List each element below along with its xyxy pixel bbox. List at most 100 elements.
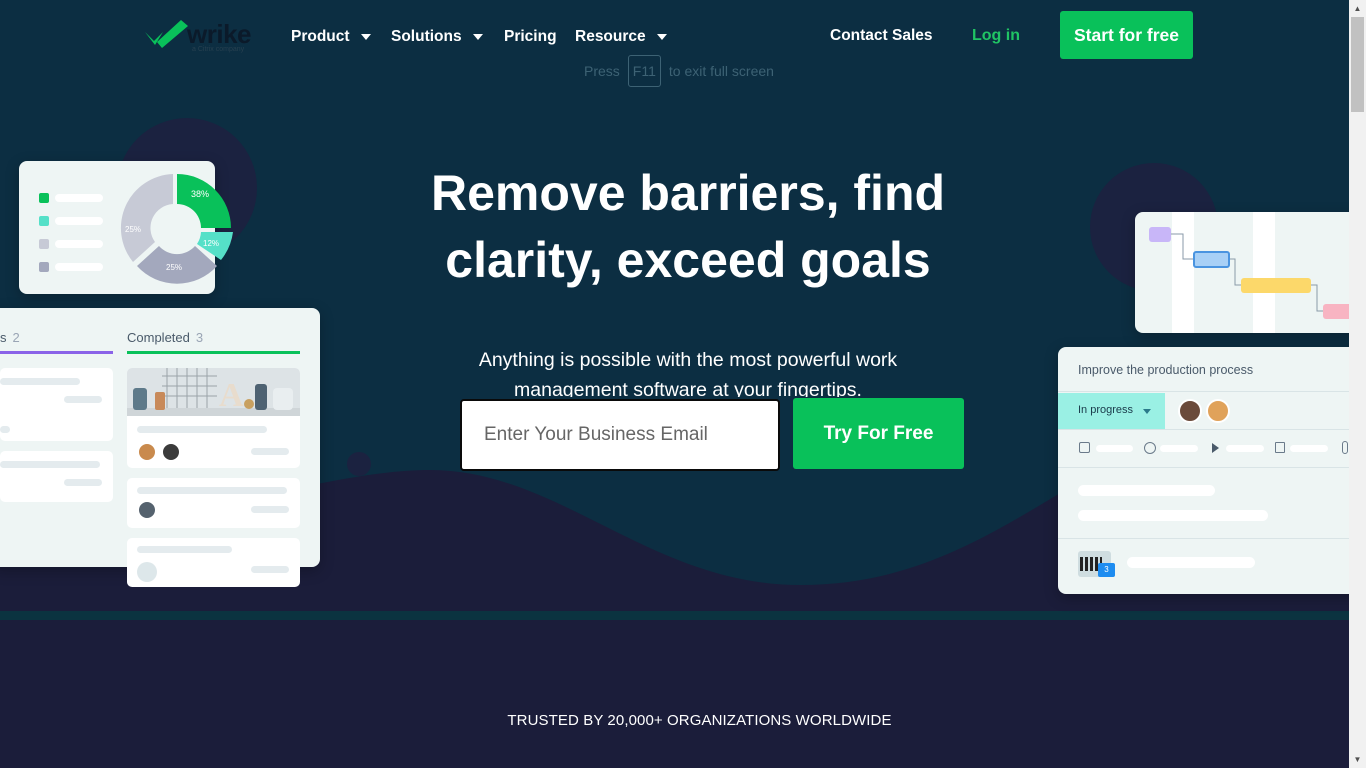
avatar: [161, 442, 181, 462]
placeholder-bar: [1078, 485, 1215, 496]
status-label: In progress: [1078, 404, 1134, 416]
calendar-icon: [1079, 442, 1090, 453]
nav-solutions-label: Solutions: [391, 28, 462, 45]
avatar: [1206, 399, 1230, 423]
legend-bar: [55, 263, 103, 271]
page: wrike a Citrix company Product Solutions…: [0, 0, 1349, 768]
legend-bar: [55, 217, 103, 225]
hero-headline: Remove barriers, find clarity, exceed go…: [430, 165, 946, 288]
chevron-down-icon: [360, 34, 371, 40]
placeholder-bar: [1096, 445, 1133, 452]
slice-label: 25%: [166, 263, 182, 272]
legend-swatch: [39, 193, 49, 203]
task-card: [0, 451, 113, 502]
column-a-label: s: [0, 330, 7, 345]
placeholder-bar: [0, 378, 80, 385]
f11-key: F11: [627, 55, 661, 87]
placeholder-bar: [251, 506, 289, 513]
scroll-up-arrow-icon[interactable]: ▲: [1349, 0, 1366, 17]
hero-subline: Anything is possible with the most power…: [478, 349, 898, 397]
gantt-dependency-lines: [1171, 233, 1323, 312]
scrollbar[interactable]: [1349, 0, 1366, 768]
nav-solutions[interactable]: Solutions: [391, 26, 483, 48]
task-card: [127, 478, 300, 528]
placeholder-bar: [1226, 445, 1264, 452]
column-a-title: s2: [0, 330, 20, 345]
placeholder-bar: [1127, 557, 1255, 568]
placeholder-bar: [0, 426, 10, 433]
scrollbar-thumb[interactable]: [1351, 17, 1364, 112]
svg-text:A: A: [219, 377, 244, 414]
task-detail-card: Improve the production process In progre…: [1058, 347, 1349, 594]
slice-label: 25%: [125, 225, 141, 234]
slice-label: 12%: [203, 239, 219, 248]
column-a-underline: [0, 351, 113, 354]
shelf-image: A: [127, 368, 300, 416]
nav-product-label: Product: [291, 28, 350, 45]
column-b-title: Completed 3: [127, 330, 203, 345]
trusted-by-text: TRUSTED BY 20,000+ ORGANIZATIONS WORLDWI…: [507, 712, 892, 729]
nav-resource[interactable]: Resource: [575, 26, 667, 48]
placeholder-bar: [251, 448, 289, 455]
placeholder-bar: [137, 487, 287, 494]
nav-pricing[interactable]: Pricing: [504, 26, 557, 48]
legend-bar: [55, 240, 103, 248]
chart-card: 38% 12% 25% 25%: [19, 161, 233, 294]
avatar: [1178, 399, 1202, 423]
chevron-down-icon: [472, 34, 483, 40]
task-card: [127, 538, 300, 587]
user-placeholder-icon: [137, 562, 157, 582]
try-for-free-button[interactable]: Try For Free: [793, 398, 964, 469]
check-circle-icon: [1144, 442, 1156, 454]
section-divider: [0, 611, 1349, 620]
logo-subtitle: a Citrix company: [192, 46, 245, 53]
task-header-divider: [1058, 391, 1349, 392]
column-a-count: 2: [12, 330, 20, 345]
placeholder-bar: [1160, 445, 1198, 452]
subtask-icon: [1275, 442, 1285, 453]
gantt-card: [1135, 212, 1349, 333]
task-card: [0, 368, 113, 441]
placeholder-bar: [1290, 445, 1328, 452]
fullscreen-hint: Press F11 to exit full screen: [584, 55, 774, 87]
task-title: Improve the production process: [1078, 363, 1254, 377]
placeholder-bar: [137, 546, 232, 553]
column-b-underline: [127, 351, 300, 354]
column-b-count: 3: [195, 330, 204, 345]
avatar: [137, 500, 157, 520]
legend-bar: [55, 194, 103, 202]
chevron-down-icon: [1143, 409, 1151, 414]
nav-product[interactable]: Product: [291, 26, 371, 48]
scroll-down-arrow-icon[interactable]: ▼: [1349, 751, 1366, 768]
trusted-section: [0, 620, 1349, 768]
fullscreen-hint-before: Press: [584, 63, 620, 79]
legend-swatch: [39, 239, 49, 249]
login-link[interactable]: Log in: [972, 27, 1020, 45]
status-badge: In progress: [1058, 393, 1165, 429]
nav-pricing-label: Pricing: [504, 28, 557, 45]
column-b-label: Completed: [127, 330, 190, 345]
placeholder-bar: [64, 479, 102, 486]
donut-chart: 38% 12% 25% 25%: [120, 174, 233, 284]
placeholder-bar: [251, 566, 289, 573]
comment-count-badge: 3: [1098, 563, 1115, 577]
legend-swatch: [39, 216, 49, 226]
fullscreen-hint-after: to exit full screen: [668, 63, 774, 79]
contact-sales-link[interactable]: Contact Sales: [830, 27, 933, 45]
task-body-divider: [1058, 467, 1349, 468]
task-card-with-image: A: [127, 368, 300, 468]
slice-label: 38%: [191, 189, 209, 199]
attachment-icon: [1342, 441, 1348, 454]
start-for-free-button[interactable]: Start for free: [1060, 11, 1193, 59]
placeholder-bar: [1078, 510, 1268, 521]
business-email-input[interactable]: [460, 399, 780, 471]
placeholder-bar: [137, 426, 267, 433]
decor-dot: [347, 452, 371, 476]
nav-resource-label: Resource: [575, 28, 646, 45]
avatar: [137, 442, 157, 462]
chevron-down-icon: [656, 34, 667, 40]
task-meta-divider: [1058, 429, 1349, 430]
placeholder-bar: [0, 461, 100, 468]
play-icon: [1212, 443, 1219, 453]
legend-swatch: [39, 262, 49, 272]
